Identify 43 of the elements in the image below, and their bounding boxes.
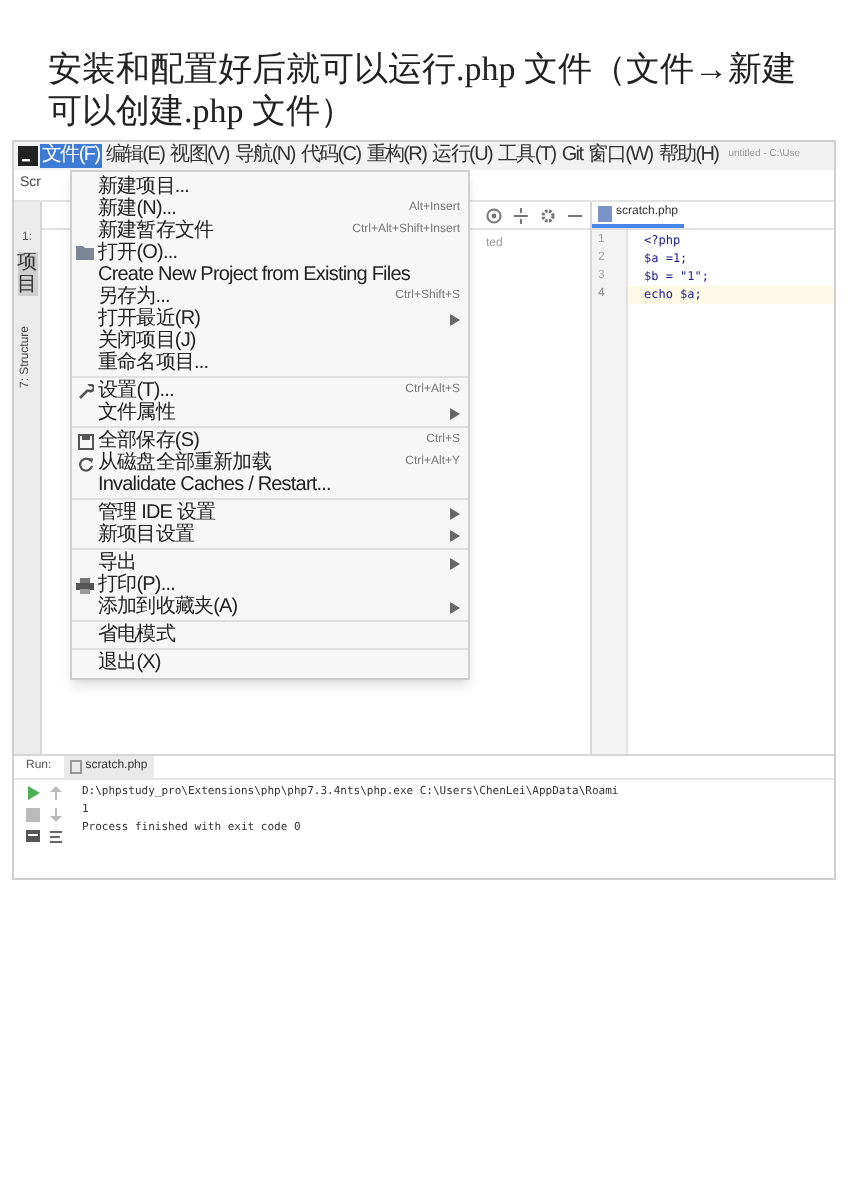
minimize-icon[interactable] (568, 213, 582, 217)
menu-item[interactable]: Invalidate Caches / Restart... (72, 474, 468, 496)
menu-item[interactable]: 管理 IDE 设置 (72, 502, 468, 524)
settings-icon[interactable] (540, 207, 556, 223)
file-icon (69, 760, 82, 774)
menu-item[interactable]: 添加到收藏夹(A) (72, 596, 468, 618)
printer-icon (76, 577, 94, 593)
menu-bar-item[interactable]: 重构(R) (364, 144, 429, 168)
layout-icon[interactable] (26, 830, 40, 842)
menu-bar-item[interactable]: 文件(F) (40, 144, 102, 168)
menu-item[interactable]: 关闭项目(J) (72, 330, 468, 352)
folder-icon (76, 246, 94, 260)
menu-item[interactable]: 文件属性 (72, 402, 468, 424)
menu-item[interactable]: 导出 (72, 552, 468, 574)
collapse-icon[interactable] (514, 207, 528, 223)
target-icon[interactable] (486, 207, 502, 223)
heading-text: 安装和配置好后就可以运行.php 文件（文件→新建可以创建.php 文件） (46, 48, 798, 132)
menu-bar-item[interactable]: 视图(V) (168, 144, 231, 168)
project-side-tab[interactable]: 项目 (17, 252, 37, 296)
menu-bar-item[interactable]: 工具(T) (496, 144, 558, 168)
menu-bar-item[interactable]: 编辑(E) (103, 144, 167, 168)
reload-icon (77, 455, 93, 471)
php-file-icon (598, 205, 612, 221)
save-icon (77, 433, 93, 449)
menu-item[interactable]: 打开(O)... (72, 242, 468, 264)
menu-bar-item[interactable]: 窗口(W) (586, 144, 655, 168)
run-icon[interactable] (26, 786, 40, 800)
menu-bar-item[interactable]: 帮助(H) (656, 144, 721, 168)
menu-item[interactable]: 重命名项目... (72, 352, 468, 374)
menu-bar-item[interactable]: 导航(N) (232, 144, 297, 168)
menu-bar-item[interactable]: 运行(U) (430, 144, 495, 168)
menu-item[interactable]: 省电模式 (72, 624, 468, 646)
menu-item[interactable]: 打开最近(R) (72, 308, 468, 330)
menu-item[interactable]: 新项目设置 (72, 524, 468, 546)
menu-bar-item[interactable]: 代码(C) (298, 144, 363, 168)
menu-item[interactable]: 新建项目... (72, 176, 468, 198)
menu-item[interactable]: 退出(X) (72, 652, 468, 674)
menu-item[interactable]: Create New Project from Existing Files (72, 264, 468, 286)
app-logo-icon (18, 146, 38, 166)
menu-bar-item[interactable]: Git (559, 144, 585, 168)
soft-wrap-icon[interactable] (50, 830, 62, 844)
wrench-icon (77, 383, 93, 399)
menu-item[interactable]: 打印(P)... (72, 574, 468, 596)
